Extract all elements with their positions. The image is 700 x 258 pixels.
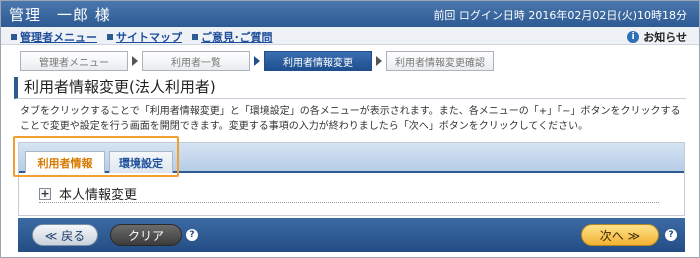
expand-toggle-button[interactable]: + bbox=[39, 187, 51, 200]
step-arrow-icon bbox=[376, 56, 382, 66]
help-icon[interactable]: ? bbox=[186, 229, 198, 241]
step-user-info-change: 利用者情報変更 bbox=[264, 51, 372, 71]
section-label[interactable]: 本人情報変更 bbox=[59, 184, 137, 203]
info-icon: i bbox=[627, 31, 640, 43]
help-icon[interactable]: ? bbox=[665, 229, 677, 241]
bullet-icon bbox=[107, 34, 113, 40]
nav-bar: 管理者メニュー サイトマップ ご意見･ご質問 i お知らせ bbox=[1, 27, 699, 45]
notice-link[interactable]: i お知らせ bbox=[627, 29, 687, 45]
step-arrow-icon bbox=[254, 56, 260, 66]
clear-button[interactable]: クリア bbox=[110, 224, 182, 246]
nav-link-feedback[interactable]: ご意見･ご質問 bbox=[192, 29, 273, 45]
nav-links: 管理者メニュー サイトマップ ご意見･ご質問 bbox=[11, 29, 273, 45]
last-login-info: 前回 ログイン日時 2016年02月02日(火)10時18分 bbox=[433, 9, 687, 22]
step-indicator: 管理者メニュー 利用者一覧 利用者情報変更 利用者情報変更確認 bbox=[20, 51, 494, 71]
notice-label[interactable]: お知らせ bbox=[643, 29, 687, 45]
user-name: 管理 一郎 様 bbox=[9, 6, 111, 24]
step-user-info-confirm: 利用者情報変更確認 bbox=[386, 51, 494, 71]
tabs-highlight-frame bbox=[13, 136, 179, 177]
footer-bar: ≪ 戻る クリア ? 次へ ≫ ? bbox=[18, 218, 685, 252]
nav-link-admin-menu[interactable]: 管理者メニュー bbox=[11, 29, 97, 45]
page-title: 利用者情報変更(法人利用者) bbox=[14, 77, 686, 99]
section-personal-info: + 本人情報変更 bbox=[39, 185, 659, 203]
header-bar: 管理 一郎 様 前回 ログイン日時 2016年02月02日(火)10時18分 bbox=[1, 1, 699, 27]
next-button[interactable]: 次へ ≫ bbox=[581, 224, 659, 246]
bullet-icon bbox=[11, 34, 17, 40]
back-button[interactable]: ≪ 戻る bbox=[32, 224, 98, 246]
step-arrow-icon bbox=[132, 56, 138, 66]
step-admin-menu: 管理者メニュー bbox=[20, 51, 128, 71]
bullet-icon bbox=[192, 34, 198, 40]
nav-link-sitemap[interactable]: サイトマップ bbox=[107, 29, 182, 45]
step-user-list: 利用者一覧 bbox=[142, 51, 250, 71]
page-description: タブをクリックすることで「利用者情報変更」と「環境設定」の各メニューが表示されま… bbox=[20, 106, 681, 132]
